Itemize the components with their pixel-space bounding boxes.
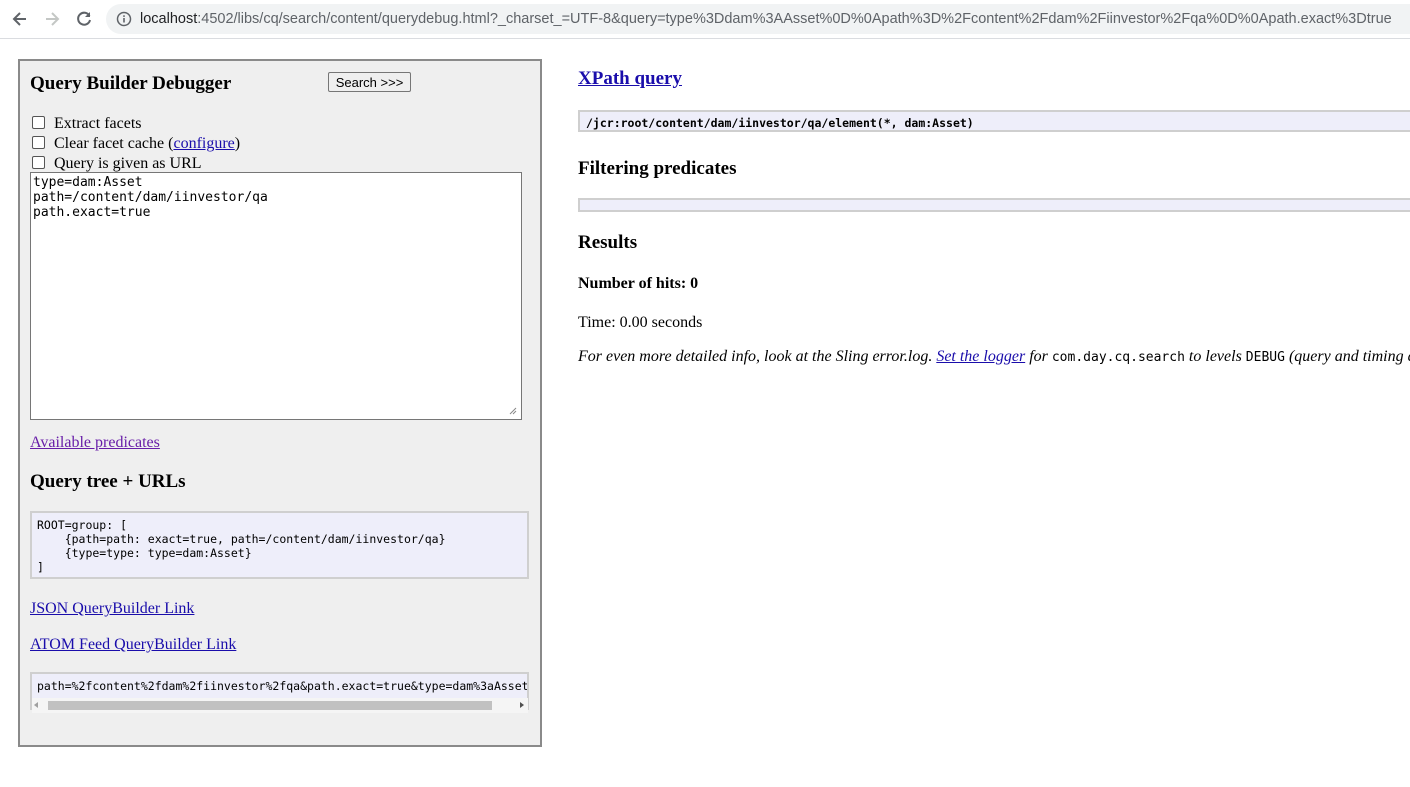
extract-facets-label: Extract facets	[54, 115, 142, 132]
clear-cache-option: Clear facet cache (configure)	[30, 135, 240, 153]
clear-cache-checkbox[interactable]	[32, 136, 45, 150]
horizontal-scrollbar[interactable]	[32, 698, 528, 713]
clear-cache-label: Clear facet cache (	[54, 135, 174, 152]
browser-toolbar: localhost:4502/libs/cq/search/content/qu…	[0, 0, 1410, 39]
xpath-query: /jcr:root/content/dam/iinvestor/qa/eleme…	[578, 110, 1410, 132]
reload-icon[interactable]	[74, 9, 94, 29]
extract-facets-checkbox[interactable]	[32, 116, 45, 130]
query-url-checkbox[interactable]	[32, 156, 45, 170]
scroll-left-icon[interactable]	[34, 702, 38, 708]
configure-link[interactable]: configure	[173, 135, 234, 152]
scrollbar-thumb[interactable]	[48, 701, 492, 710]
address-bar[interactable]: localhost:4502/libs/cq/search/content/qu…	[106, 4, 1410, 34]
extract-facets-option: Extract facets	[30, 115, 142, 133]
forward-icon[interactable]	[42, 9, 62, 29]
debug-info-text: For even more detailed info, look at the…	[578, 348, 1410, 366]
query-url-label: Query is given as URL	[54, 155, 202, 172]
atom-feed-link[interactable]: ATOM Feed QueryBuilder Link	[30, 636, 236, 654]
query-url-option: Query is given as URL	[30, 155, 202, 173]
results-heading: Results	[578, 232, 638, 253]
url-host: localhost	[140, 11, 198, 27]
clear-cache-suffix: )	[234, 135, 241, 152]
info-suffix: (query and timing d	[1284, 348, 1410, 365]
url-text[interactable]: localhost:4502/libs/cq/search/content/qu…	[140, 10, 1392, 28]
info-levels: to levels	[1184, 348, 1246, 365]
query-textarea[interactable]: type=dam:Asset path=/content/dam/iinvest…	[30, 172, 522, 420]
json-querybuilder-link[interactable]: JSON QueryBuilder Link	[30, 600, 194, 618]
search-button[interactable]: Search >>>	[328, 72, 411, 92]
debug-level: DEBUG	[1245, 350, 1285, 365]
logger-package: com.day.cq.search	[1051, 350, 1185, 365]
available-predicates-link[interactable]: Available predicates	[30, 434, 160, 452]
scroll-right-icon[interactable]	[520, 702, 524, 708]
panel-title: Query Builder Debugger	[30, 73, 232, 94]
query-form-panel: Query Builder Debugger Search >>> Extrac…	[18, 59, 542, 747]
url-path: :4502/libs/cq/search/content/querydebug.…	[197, 11, 1392, 27]
filtering-predicates-heading: Filtering predicates	[578, 158, 737, 179]
query-tree-heading: Query tree + URLs	[30, 471, 186, 492]
hit-count: Number of hits: 0	[578, 275, 699, 292]
info-icon[interactable]	[116, 11, 132, 27]
back-icon[interactable]	[10, 9, 30, 29]
set-logger-link[interactable]: Set the logger	[936, 348, 1025, 365]
query-tree: ROOT=group: [ {path=path: exact=true, pa…	[30, 511, 529, 579]
filtering-predicates-box	[578, 198, 1410, 212]
info-for: for	[1025, 348, 1052, 365]
query-time: Time: 0.00 seconds	[578, 314, 703, 331]
info-prefix: For even more detailed info, look at the…	[578, 348, 937, 365]
xpath-query-link[interactable]: XPath query	[578, 68, 682, 90]
resize-handle-icon[interactable]	[509, 407, 517, 415]
